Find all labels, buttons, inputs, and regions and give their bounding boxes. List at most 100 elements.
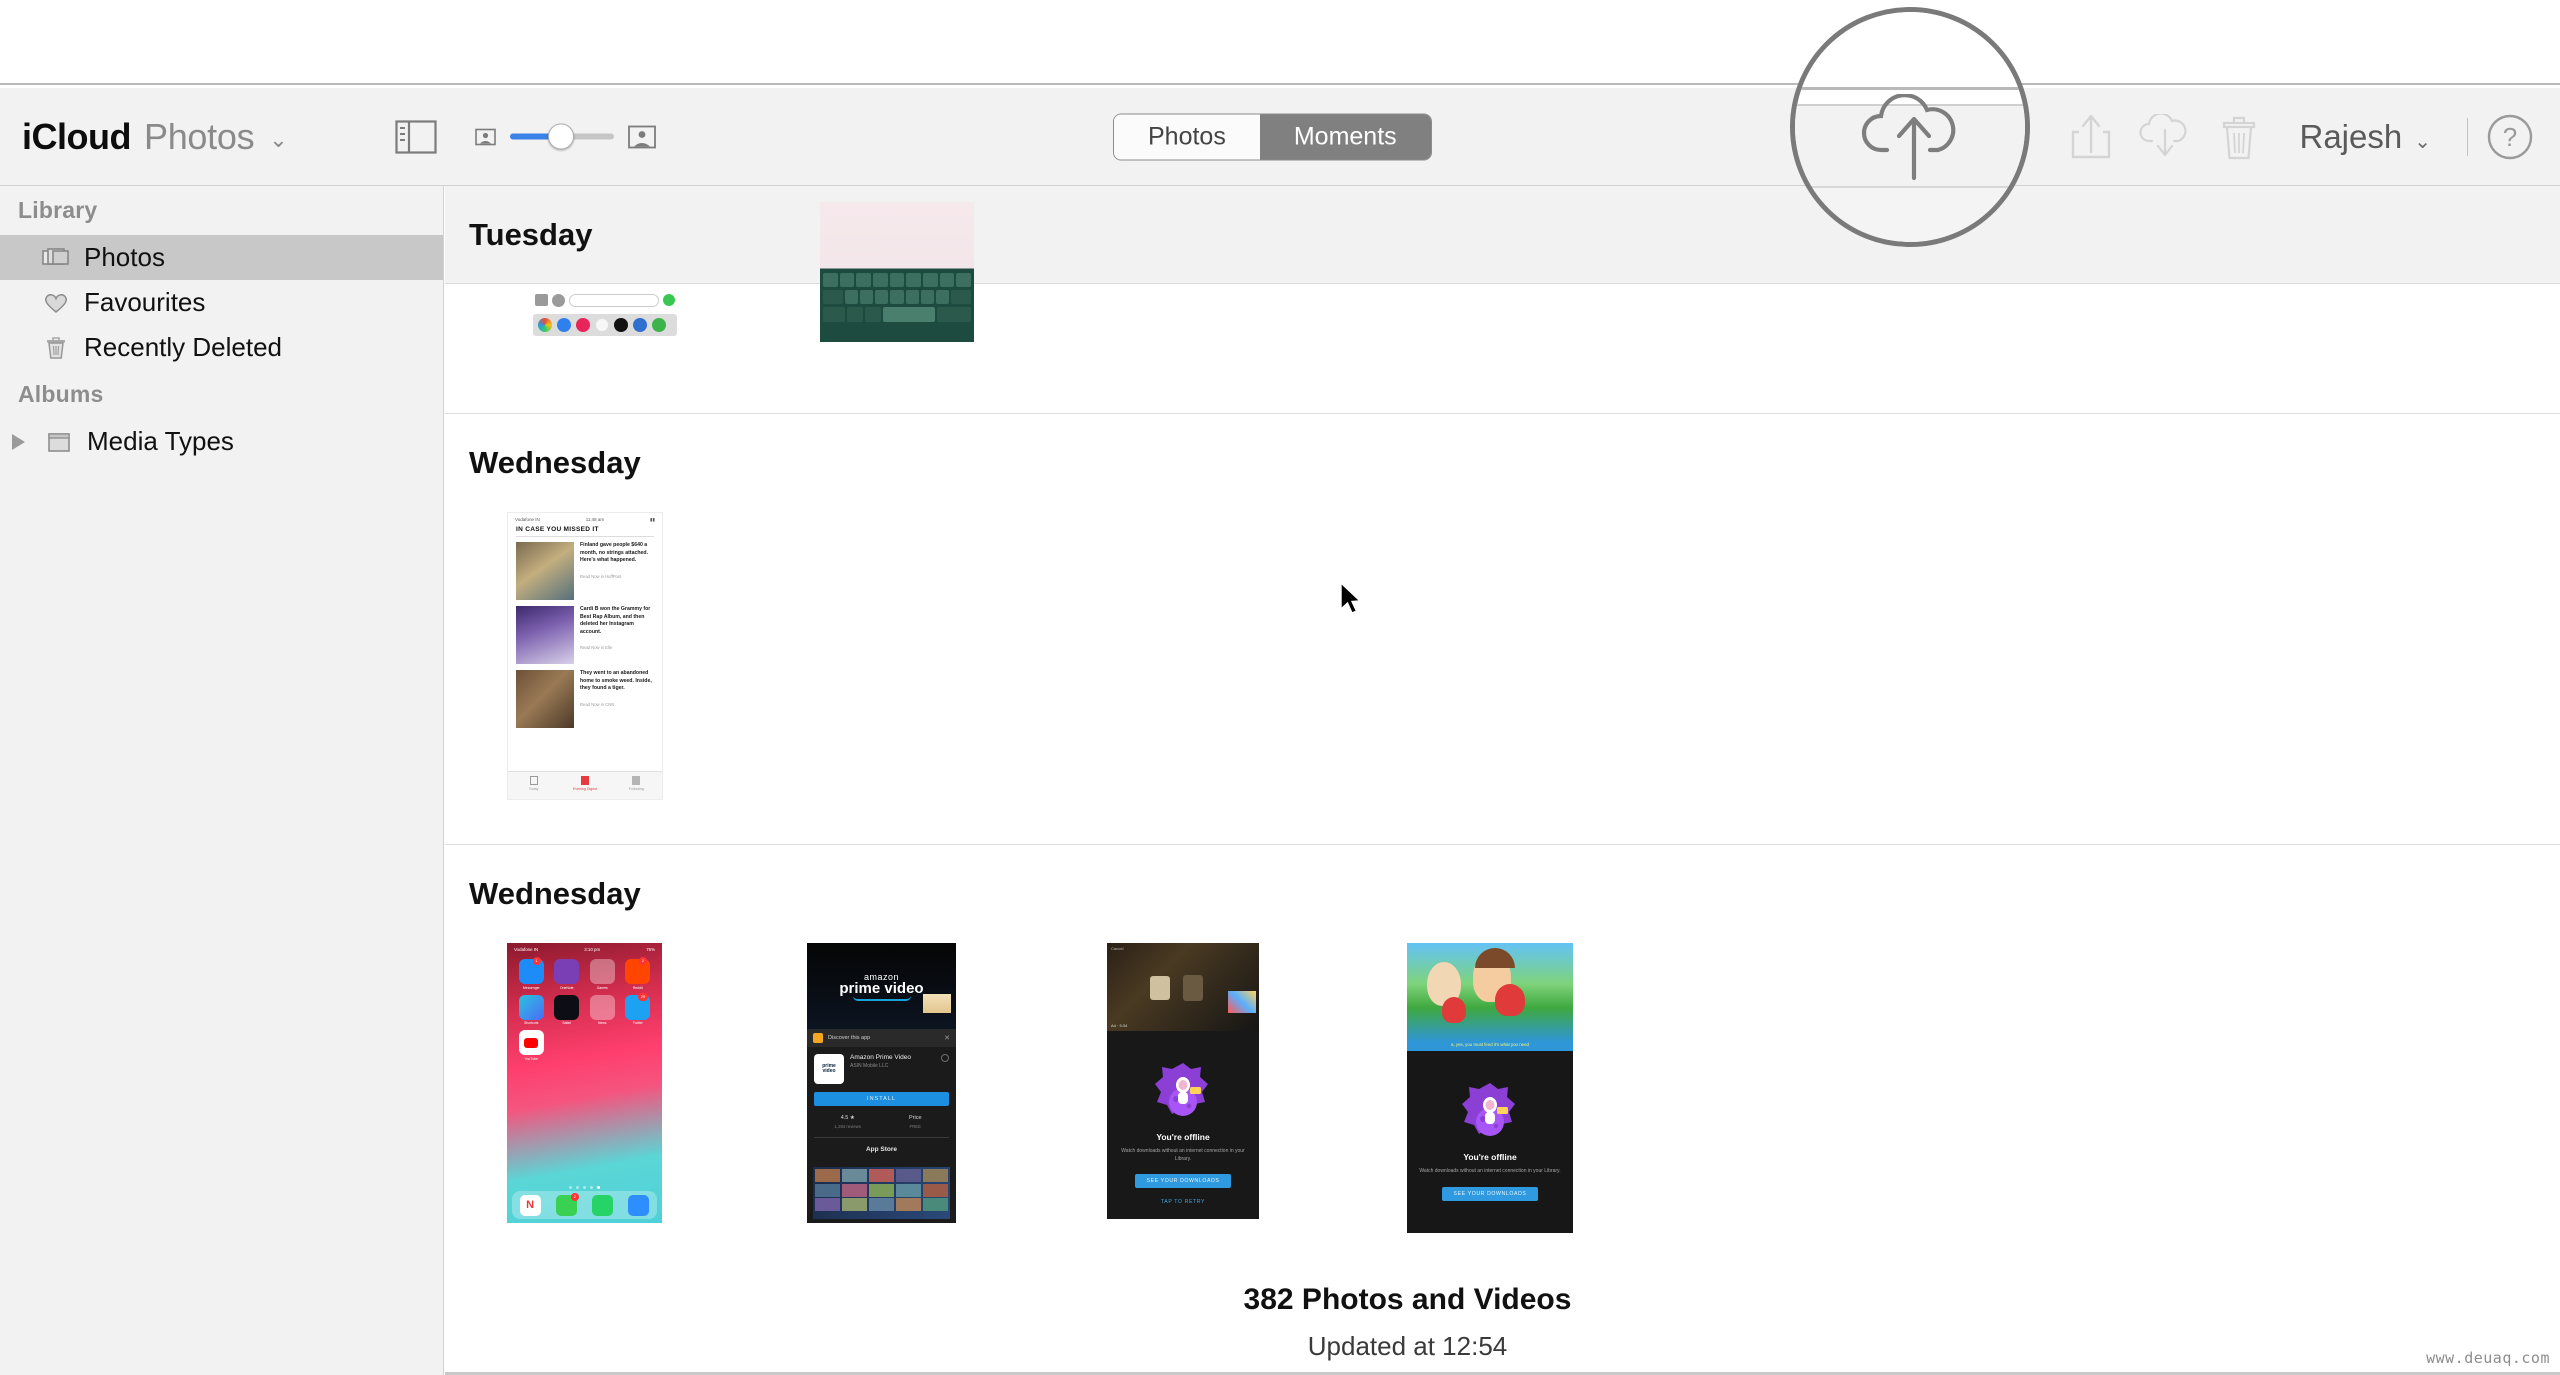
news-tab[interactable]: Evening Digest <box>559 772 610 799</box>
sidebar-item-media-types[interactable]: Media Types <box>0 419 443 464</box>
thumbnail-size-slider[interactable] <box>510 134 614 140</box>
offline-body: Watch downloads without an internet conn… <box>1107 1148 1259 1163</box>
astronaut-offline-icon <box>1459 1081 1521 1143</box>
app-icon[interactable]: Shortcuts <box>516 995 547 1026</box>
photo-count-label: 382 Photos and Videos <box>445 1283 2560 1317</box>
sidebar-item-label: Photos <box>84 242 165 273</box>
sidebar-toggle-button[interactable] <box>395 120 437 154</box>
news-tab-label: Evening Digest <box>559 787 610 791</box>
slider-knob[interactable] <box>548 124 574 150</box>
see-downloads-button[interactable]: SEE YOUR DOWNLOADS <box>1442 1187 1539 1201</box>
dock-app-safari[interactable] <box>628 1195 649 1216</box>
heart-icon <box>42 290 70 316</box>
install-button[interactable]: INSTALL <box>814 1092 949 1106</box>
dock-app-notes[interactable]: N <box>520 1195 541 1216</box>
thumbnail-prime-video-install[interactable]: amazon prime video Discover this app ✕ p… <box>807 943 956 1223</box>
thumbnail-apple-news[interactable]: Vodafone IN 11:48 am ▮▮ IN CASE YOU MISS… <box>507 512 663 800</box>
store-collage <box>813 1167 950 1219</box>
news-story-source: Read Now in Elle <box>580 645 654 650</box>
battery-indicator: ▮▮ <box>650 517 655 523</box>
tab-moments[interactable]: Moments <box>1260 114 1431 159</box>
delete-button[interactable] <box>2202 109 2276 165</box>
thumbnail-size-slider-group[interactable] <box>475 125 656 148</box>
home-battery-label: 76% <box>646 947 655 952</box>
dock-app-messages[interactable]: 2 <box>556 1195 577 1216</box>
news-story-card[interactable]: They went to an abandoned home to smoke … <box>516 670 654 728</box>
photos-stack-icon <box>42 245 70 271</box>
close-icon[interactable]: ✕ <box>944 1034 950 1042</box>
app-icon[interactable]: YouTube <box>516 1030 547 1061</box>
sidebar: Library Photos Favourites <box>0 186 444 1375</box>
more-icon[interactable] <box>941 1054 949 1062</box>
sidebar-item-label: Recently Deleted <box>84 332 282 363</box>
app-badge: 2 <box>639 957 647 965</box>
app-badge: 1 <box>533 957 541 965</box>
see-downloads-button[interactable]: SEE YOUR DOWNLOADS <box>1135 1174 1232 1188</box>
tab-photos[interactable]: Photos <box>1114 114 1260 159</box>
app-label: Reddit <box>623 986 654 990</box>
news-tab[interactable]: Following <box>611 772 662 799</box>
offline-body: Watch downloads without an internet conn… <box>1409 1168 1570 1176</box>
thumbnail-offline-cartoon[interactable]: a, yes, you must feed it's what you need <box>1407 943 1573 1233</box>
app-folder[interactable]: News <box>587 995 618 1026</box>
news-tab[interactable]: Today <box>508 772 559 799</box>
thumbnail-ios-keyboard[interactable] <box>820 202 974 342</box>
loupe-line-upper <box>1795 87 2030 90</box>
news-story-text: Finland gave people $640 a month, no str… <box>580 542 654 565</box>
discover-icon <box>813 1033 823 1043</box>
day-label: Tuesday <box>469 217 592 253</box>
app-folder[interactable]: Games <box>587 959 618 990</box>
share-button[interactable] <box>2054 109 2128 165</box>
sidebar-item-favourites[interactable]: Favourites <box>0 280 443 325</box>
dock-app-whatsapp[interactable] <box>592 1195 613 1216</box>
video-frame: Cancel Ad · 5:34 <box>1107 943 1259 1031</box>
thumbnail-offline-dark[interactable]: Cancel Ad · 5:34 <box>1107 943 1259 1219</box>
sidebar-item-photos[interactable]: Photos <box>0 235 443 280</box>
app-brand[interactable]: iCloud Photos ⌄ <box>22 116 288 158</box>
loupe-white-band <box>1795 12 2030 87</box>
trash-icon <box>42 335 70 361</box>
app-rating-count: 1,284 reviews <box>814 1124 882 1129</box>
disclosure-triangle-icon[interactable] <box>12 434 25 450</box>
moment-row-wednesday-1: Vodafone IN 11:48 am ▮▮ IN CASE YOU MISS… <box>445 512 2560 800</box>
help-button[interactable]: ? <box>2486 113 2534 161</box>
download-button[interactable] <box>2128 109 2202 165</box>
thumbnail-small-icon <box>475 128 496 145</box>
app-icon[interactable]: 2 Reddit <box>623 959 654 990</box>
chevron-down-icon[interactable]: ⌄ <box>269 127 287 153</box>
view-mode-segmented-control[interactable]: Photos Moments <box>1113 113 1432 160</box>
trash-icon <box>2218 112 2260 162</box>
app-label: Safari <box>552 1021 583 1025</box>
news-story-card[interactable]: Cardi B won the Grammy for Best Rap Albu… <box>516 606 654 664</box>
retry-button[interactable]: TAP TO RETRY <box>1161 1199 1205 1205</box>
sidebar-section-albums: Albums <box>0 370 443 419</box>
thumbnail-ios-home-screen[interactable]: Vodafone IN 3:10 pm 76% 1 Messenger OneN… <box>507 943 662 1223</box>
news-time-label: 11:48 am <box>586 517 604 522</box>
help-circle-icon: ? <box>2486 113 2534 161</box>
app-rating: 4.5 ★ <box>814 1115 882 1121</box>
home-time-label: 3:10 pm <box>584 947 600 952</box>
browser-chrome-strip <box>0 0 2560 88</box>
toolbar-actions: Rajesh ⌄ ? <box>2054 109 2535 165</box>
astronaut-offline-icon <box>1152 1061 1214 1123</box>
account-menu[interactable]: Rajesh ⌄ <box>2300 118 2432 156</box>
app-icon[interactable]: 25 Twitter <box>623 995 654 1026</box>
news-story-card[interactable]: Finland gave people $640 a month, no str… <box>516 542 654 600</box>
news-story-source: Read Now in CNN <box>580 702 654 707</box>
app-icon[interactable]: Safari <box>552 995 583 1026</box>
svg-text:?: ? <box>2503 122 2517 152</box>
thumbnail-imessage-app-drawer[interactable] <box>531 284 679 342</box>
sidebar-item-label: Media Types <box>87 426 234 457</box>
watermark: www.deuaq.com <box>2426 1349 2550 1367</box>
day-header-wednesday-2: Wednesday <box>445 845 2560 943</box>
sidebar-item-label: Favourites <box>84 287 205 318</box>
app-icon[interactable]: 1 Messenger <box>516 959 547 990</box>
brand-app-label: Photos <box>144 116 254 158</box>
store-label: App Store <box>807 1146 956 1153</box>
day-label: Wednesday <box>469 445 641 481</box>
news-story-source: Read Now in HuffPost <box>580 574 654 579</box>
app-icon[interactable]: OneNote <box>552 959 583 990</box>
updated-label: Updated at 12:54 <box>445 1331 2560 1362</box>
moment-row-tuesday <box>445 284 2560 381</box>
sidebar-item-recently-deleted[interactable]: Recently Deleted <box>0 325 443 370</box>
